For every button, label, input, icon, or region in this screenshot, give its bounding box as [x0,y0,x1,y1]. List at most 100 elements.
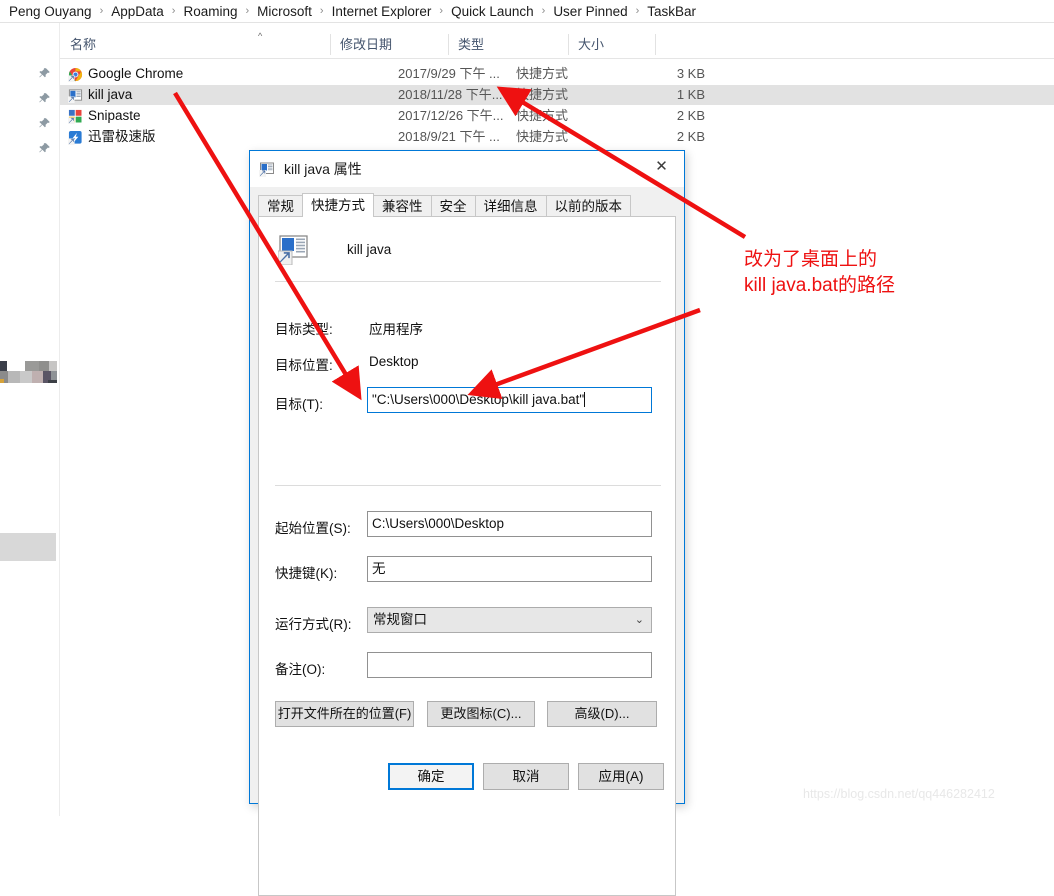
breadcrumb-item[interactable]: Quick Launch [448,4,537,19]
file-type: 快捷方式 [516,108,569,123]
tab-compatibility[interactable]: 兼容性 [373,195,432,217]
file-size: 3 KB [676,66,705,81]
file-size: 2 KB [676,129,705,144]
breadcrumb-item[interactable]: TaskBar [644,4,699,19]
advanced-button[interactable]: 高级(D)... [547,701,657,727]
breadcrumb-separator: › [635,5,640,17]
breadcrumb-separator: › [541,5,546,17]
target-location-value: Desktop [369,354,419,369]
file-type: 快捷方式 [516,129,569,144]
breadcrumb-item[interactable]: AppData [108,4,167,19]
column-header-size[interactable]: 大小 [568,31,655,58]
file-date: 2018/9/21 下午 ... [398,129,500,144]
run-mode-select[interactable]: 常规窗口 ⌄ [367,607,652,633]
pin-icon[interactable] [38,67,51,80]
tab-details[interactable]: 详细信息 [474,195,547,217]
table-row[interactable]: Google Chrome 2017/9/29 下午 ... 快捷方式 3 KB [60,64,1054,84]
chrome-shortcut-icon [68,67,83,82]
close-icon[interactable]: ✕ [639,151,684,181]
tab-shortcut[interactable]: 快捷方式 [302,193,374,217]
watermark: https://blog.csdn.net/qq446282412 [803,787,995,801]
pin-icon[interactable] [38,142,51,155]
run-mode-label: 运行方式(R): [275,617,352,632]
redacted-block [0,533,56,561]
shortcut-app-icon [259,161,275,177]
tab-panel-shortcut: kill java 目标类型: 应用程序 目标位置: Desktop 目标(T)… [258,216,676,896]
thunder-shortcut-icon [68,130,83,145]
sort-ascending-icon: ^ [258,31,263,41]
file-size: 2 KB [676,108,705,123]
dialog-title-bar[interactable]: kill java 属性 ✕ [250,151,684,187]
breadcrumb[interactable]: Peng Ouyang › AppData › Roaming › Microsoft › In… [0,0,1054,23]
redacted-thumbnail [0,361,57,383]
file-date: 2017/9/29 下午 ... [398,66,500,81]
tab-previous-versions[interactable]: 以前的版本 [545,195,631,217]
breadcrumb-item[interactable]: Roaming [180,4,240,19]
file-date: 2018/11/28 下午... [398,87,503,102]
tab-security[interactable]: 安全 [430,195,476,217]
shortcut-key-label: 快捷键(K): [275,566,338,581]
file-type: 快捷方式 [516,66,569,81]
properties-dialog: kill java 属性 ✕ 常规 快捷方式 兼容性 安全 详细信息 以前的版本… [249,150,685,896]
breadcrumb-separator: › [439,5,444,17]
annotation-line-1: 改为了桌面上的 [744,249,878,270]
cancel-button[interactable]: 取消 [483,763,569,790]
target-location-label: 目标位置: [275,358,333,373]
annotation-line-2: kill java.bat的路径 [744,275,895,296]
target-label: 目标(T): [275,397,323,412]
dialog-title: kill java 属性 [284,161,362,177]
shortcut-app-icon-large [277,233,310,266]
shortcut-key-value: 无 [372,561,386,576]
batch-shortcut-icon [68,88,83,103]
comment-label: 备注(O): [275,662,326,677]
column-header-date[interactable]: 修改日期 [330,31,448,58]
file-name: 迅雷极速版 [88,129,156,144]
column-header-name[interactable]: 名称 [60,31,330,58]
file-date: 2017/12/26 下午... [398,108,504,123]
shortcut-key-input[interactable]: 无 [367,556,652,582]
start-in-label: 起始位置(S): [275,521,351,536]
breadcrumb-separator: › [319,5,324,17]
chevron-down-icon[interactable]: ⌄ [635,608,644,632]
divider [275,485,661,486]
open-file-location-button[interactable]: 打开文件所在的位置(F) [275,701,414,727]
start-in-value: C:\Users\000\Desktop [372,516,505,531]
text-caret [584,392,586,407]
breadcrumb-item[interactable]: Peng Ouyang [6,4,95,19]
comment-input[interactable] [367,652,652,678]
ok-button[interactable]: 确定 [388,763,474,790]
breadcrumb-item[interactable]: Internet Explorer [329,4,435,19]
shortcut-display-name: kill java [347,242,392,257]
table-row[interactable]: kill java 2018/11/28 下午... 快捷方式 1 KB [60,85,1054,105]
tab-general[interactable]: 常规 [258,195,303,217]
breadcrumb-item[interactable]: User Pinned [550,4,630,19]
breadcrumb-item[interactable]: Microsoft [254,4,315,19]
target-type-value: 应用程序 [369,322,423,337]
file-name: kill java [88,87,133,102]
target-input-value: "C:\Users\000\Desktop\kill java.bat" [372,392,585,407]
dialog-button-row: 确定 取消 应用(A) [250,763,684,791]
file-size: 1 KB [676,87,705,102]
breadcrumb-separator: › [171,5,176,17]
pin-icon[interactable] [38,92,51,105]
annotation-text: 改为了桌面上的 kill java.bat的路径 [744,247,994,299]
start-in-input[interactable]: C:\Users\000\Desktop [367,511,652,537]
table-row[interactable]: Snipaste 2017/12/26 下午... 快捷方式 2 KB [60,106,1054,126]
left-nav-strip [0,23,60,816]
target-type-label: 目标类型: [275,322,333,337]
change-icon-button[interactable]: 更改图标(C)... [427,701,535,727]
column-divider[interactable] [655,34,656,55]
snipaste-shortcut-icon [68,109,83,124]
column-header-row: 名称 ^ 修改日期 类型 大小 [60,31,1054,59]
target-input[interactable]: "C:\Users\000\Desktop\kill java.bat" [367,387,652,413]
file-name: Snipaste [88,108,141,123]
file-type: 快捷方式 [516,87,569,102]
column-header-type[interactable]: 类型 [448,31,568,58]
pin-icon[interactable] [38,117,51,130]
apply-button[interactable]: 应用(A) [578,763,664,790]
tab-strip: 常规 快捷方式 兼容性 安全 详细信息 以前的版本 [258,193,676,217]
divider [275,281,661,282]
breadcrumb-separator: › [245,5,250,17]
table-row[interactable]: 迅雷极速版 2018/9/21 下午 ... 快捷方式 2 KB [60,127,1054,147]
breadcrumb-separator: › [99,5,104,17]
